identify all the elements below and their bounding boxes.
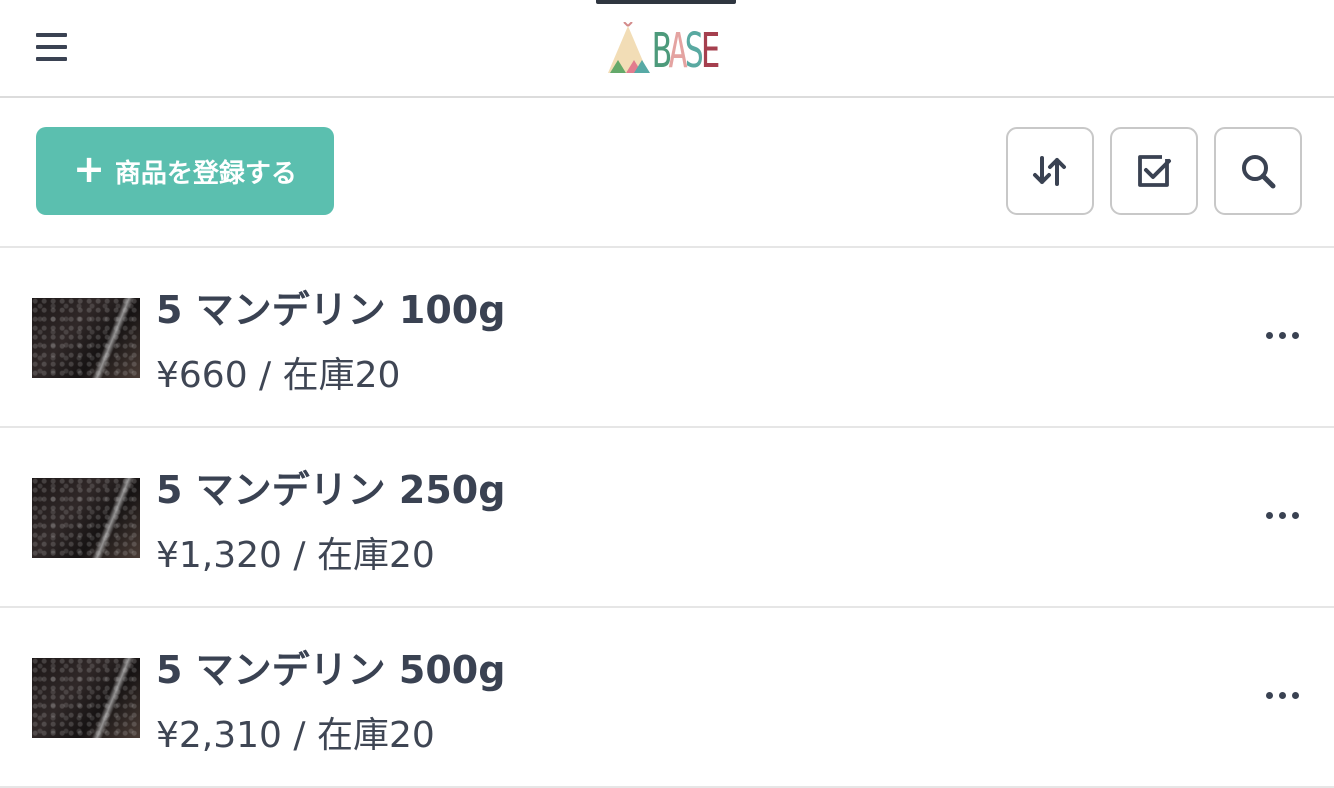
product-price-stock: ¥660 / 在庫20 <box>156 355 401 396</box>
sort-icon <box>1033 156 1066 186</box>
hamburger-menu-icon[interactable] <box>36 30 68 62</box>
base-logo: BASE <box>606 22 730 79</box>
checkbox-icon <box>1138 155 1171 187</box>
product-row[interactable]: 5 マンデリン 500g ¥2,310 / 在庫20 <box>0 608 1334 788</box>
more-options-icon[interactable] <box>1262 512 1302 524</box>
more-options-icon[interactable] <box>1262 332 1302 344</box>
more-options-icon[interactable] <box>1262 692 1302 704</box>
product-price-stock: ¥1,320 / 在庫20 <box>156 535 435 576</box>
teepee-logo-icon <box>608 22 650 73</box>
product-row[interactable]: 5 マンデリン 100g ¥660 / 在庫20 <box>0 248 1334 428</box>
product-name: 5 マンデリン 100g <box>156 288 506 332</box>
logo-letter-a: A <box>668 23 688 79</box>
logo-letter-b: B <box>652 23 672 79</box>
add-product-label: 商品を登録する <box>114 158 297 189</box>
logo-letter-s: S <box>684 23 705 79</box>
search-icon <box>1242 155 1276 189</box>
search-button[interactable] <box>1214 127 1302 215</box>
product-price-stock: ¥2,310 / 在庫20 <box>156 715 435 756</box>
product-thumbnail <box>32 478 140 558</box>
product-name: 5 マンデリン 250g <box>156 468 506 512</box>
app-header: BASE <box>0 0 1334 98</box>
sort-button[interactable] <box>1006 127 1094 215</box>
plus-icon: + <box>73 147 105 191</box>
product-name: 5 マンデリン 500g <box>156 648 506 692</box>
logo-text: BASE <box>652 23 721 79</box>
add-product-button[interactable]: + 商品を登録する <box>36 127 334 215</box>
product-toolbar: + 商品を登録する <box>0 98 1334 248</box>
product-row[interactable]: 5 マンデリン 250g ¥1,320 / 在庫20 <box>0 428 1334 608</box>
product-thumbnail <box>32 298 140 378</box>
top-edge-fragment <box>596 0 736 4</box>
select-mode-button[interactable] <box>1110 127 1198 215</box>
product-thumbnail <box>32 658 140 738</box>
logo-letter-e: E <box>700 23 721 79</box>
